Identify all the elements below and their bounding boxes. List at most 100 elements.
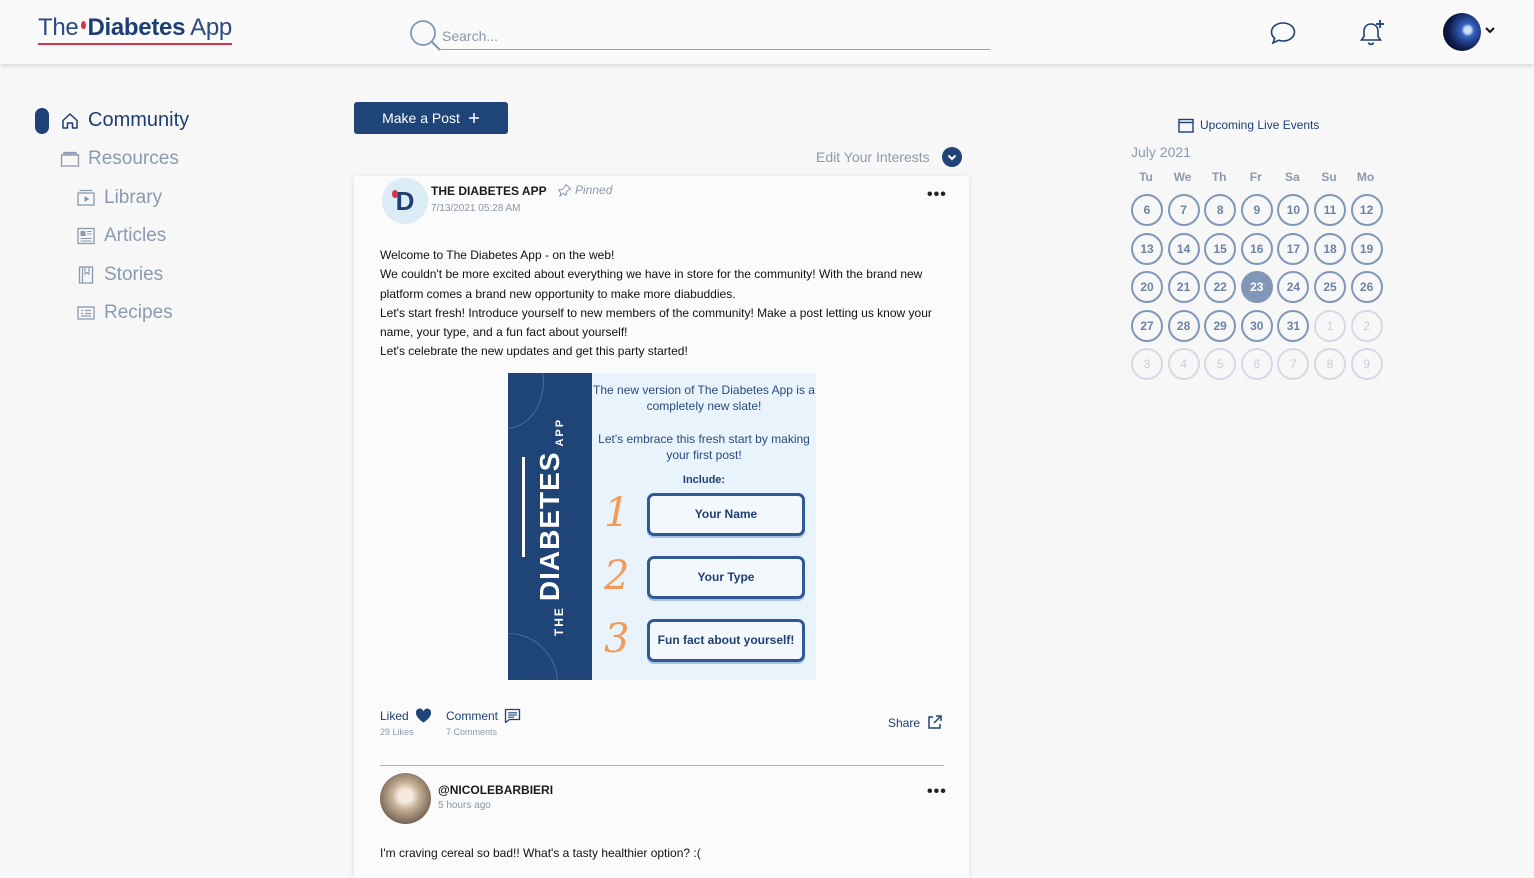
like-button[interactable]: Liked (380, 708, 432, 723)
notification-bell-icon[interactable] (1357, 18, 1387, 48)
sidebar-item-community[interactable]: Community (60, 109, 189, 132)
sidebar-item-label: Community (88, 109, 190, 131)
sidebar-item-label: Library (104, 187, 163, 208)
calendar-day[interactable]: 9 (1350, 348, 1383, 380)
calendar-day[interactable]: 31 (1277, 309, 1310, 342)
post-author-avatar[interactable] (380, 773, 431, 824)
decorative-arc (508, 633, 558, 680)
calendar-day[interactable]: 23 (1240, 271, 1273, 303)
calendar-day[interactable]: 9 (1240, 194, 1273, 226)
logo-the-text: The (38, 14, 79, 41)
post-author-name[interactable]: THE DIABETES APP (431, 184, 547, 198)
app-logo[interactable]: The Diabetes App (38, 14, 232, 45)
sidebar-item-stories[interactable]: Stories (76, 264, 163, 286)
calendar-day[interactable]: 29 (1204, 309, 1237, 342)
calendar-day[interactable]: 8 (1204, 194, 1237, 226)
post-paragraph: Let's celebrate the new updates and get … (380, 344, 688, 359)
edit-interests-toggle[interactable]: Edit Your Interests (816, 147, 962, 167)
calendar-day[interactable]: 27 (1131, 309, 1163, 342)
calendar-day[interactable]: 4 (1167, 348, 1200, 380)
calendar-day[interactable]: 7 (1277, 348, 1310, 380)
post-paragraph: Let's start fresh! Introduce yourself to… (380, 305, 932, 340)
recipe-card-icon (77, 306, 95, 320)
sidebar-item-library[interactable]: Library (76, 187, 162, 209)
calendar-day[interactable]: 5 (1204, 348, 1237, 380)
like-label: Liked (380, 708, 409, 723)
folder-icon (60, 151, 80, 167)
calendar-day[interactable]: 14 (1167, 232, 1200, 265)
calendar-day[interactable]: 17 (1277, 232, 1310, 265)
calendar-day[interactable]: 15 (1204, 232, 1237, 265)
promo-step-number: 1 (604, 490, 630, 536)
post-body: I'm craving cereal so bad!! What's a tas… (380, 846, 701, 860)
upcoming-events-header[interactable]: Upcoming Live Events (1178, 117, 1319, 133)
calendar-day[interactable]: 13 (1131, 232, 1163, 265)
edit-interests-label: Edit Your Interests (816, 149, 930, 165)
post-image[interactable]: THE DIABETES APP The new version of The … (508, 373, 816, 680)
more-options-icon[interactable]: ••• (927, 186, 947, 204)
calendar-day[interactable]: 21 (1167, 271, 1200, 303)
calendar-day[interactable]: 20 (1131, 271, 1163, 303)
calendar-day[interactable]: 30 (1240, 309, 1273, 342)
search-icon[interactable] (408, 18, 442, 52)
make-post-button[interactable]: Make a Post (354, 102, 508, 134)
event-calendar: Tu We Th Fr Sa Su Mo 6 7 8 9 10 11 12 13 14 15 16 17 18 19 2… (1128, 170, 1386, 380)
sidebar-item-label: Resources (88, 148, 179, 169)
more-options-icon[interactable]: ••• (927, 783, 947, 801)
calendar-day[interactable]: 7 (1167, 194, 1200, 226)
post-paragraph: Welcome to The Diabetes App - on the web… (380, 248, 615, 262)
sidebar-item-label: Recipes (104, 302, 173, 323)
chat-bubble-icon[interactable] (1268, 18, 1298, 48)
calendar-day[interactable]: 26 (1350, 271, 1383, 303)
promo-brand-band: THE DIABETES APP (508, 373, 592, 680)
chevron-down-icon[interactable] (1484, 24, 1496, 36)
promo-step-box: Your Type (647, 556, 805, 599)
calendar-day[interactable]: 1 (1314, 309, 1346, 342)
avatar-letter: D (395, 185, 415, 216)
heart-icon (415, 708, 431, 723)
calendar-day[interactable]: 2 (1350, 309, 1383, 342)
promo-brand: THE DIABETES APP (534, 418, 566, 636)
calendar-day[interactable]: 10 (1277, 194, 1310, 226)
calendar-month: July 2021 (1131, 144, 1191, 160)
weekday-label: Mo (1356, 170, 1375, 184)
promo-include-label: Include: (682, 474, 726, 486)
promo-step-box: Fun fact about yourself! (647, 619, 805, 662)
calendar-day[interactable]: 28 (1167, 309, 1200, 342)
sidebar-item-resources[interactable]: Resources (60, 148, 179, 170)
promo-step-box: Your Name (647, 493, 805, 536)
post-author-name[interactable]: @NICOLEBARBIERI (438, 783, 553, 797)
calendar-day[interactable]: 8 (1314, 348, 1346, 380)
calendar-icon (1178, 118, 1194, 133)
calendar-day[interactable]: 24 (1277, 271, 1310, 303)
calendar-day[interactable]: 11 (1314, 194, 1346, 226)
post-paragraph: We couldn't be more excited about everyt… (380, 267, 923, 301)
calendar-day[interactable]: 18 (1314, 232, 1346, 265)
weekday-label: Th (1211, 170, 1227, 184)
user-avatar[interactable] (1443, 13, 1481, 51)
calendar-day[interactable]: 3 (1131, 348, 1163, 380)
share-button[interactable]: Share (888, 714, 943, 731)
calendar-day[interactable]: 12 (1350, 194, 1383, 226)
post-divider (380, 765, 944, 766)
promo-step-number: 2 (604, 553, 630, 599)
calendar-day[interactable]: 22 (1204, 271, 1237, 303)
post-author-avatar[interactable]: D (382, 178, 428, 224)
calendar-day[interactable]: 6 (1131, 194, 1163, 226)
sidebar-item-recipes[interactable]: Recipes (76, 302, 173, 324)
promo-headline: The new version of The Diabetes App is a… (593, 383, 815, 413)
calendar-day[interactable]: 6 (1240, 348, 1273, 380)
weekday-label: Su (1321, 170, 1337, 184)
sidebar-item-articles[interactable]: Articles (76, 225, 166, 247)
search-input[interactable] (440, 22, 990, 50)
comment-icon (504, 708, 521, 724)
video-icon (77, 189, 95, 206)
promo-brand-main: DIABETES (534, 451, 565, 602)
post-timestamp: 7/13/2021 05:28 AM (431, 203, 521, 214)
share-label: Share (888, 715, 921, 730)
calendar-day[interactable]: 19 (1350, 232, 1383, 265)
calendar-day[interactable]: 16 (1240, 232, 1273, 265)
calendar-day[interactable]: 25 (1314, 271, 1346, 303)
active-nav-indicator (35, 108, 49, 134)
comment-button[interactable]: Comment (446, 708, 521, 724)
